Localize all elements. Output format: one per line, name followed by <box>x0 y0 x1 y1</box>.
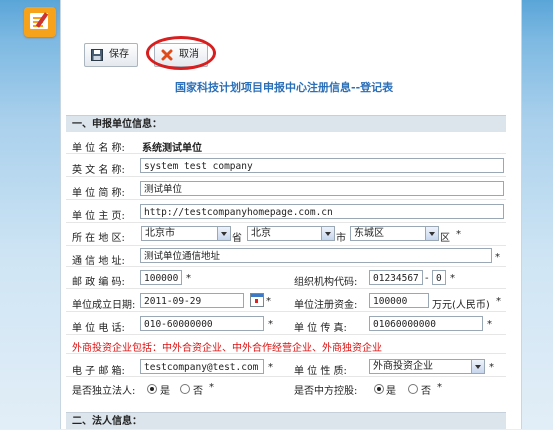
capital-label: 单位注册资金: <box>294 300 358 311</box>
independent-label: 是否独立法人: <box>72 386 136 397</box>
required-mark: * <box>209 382 214 393</box>
founded-date-input[interactable]: 2011-09-29 <box>140 293 244 308</box>
city-unit: 市 <box>336 233 346 244</box>
required-mark: * <box>450 273 455 284</box>
chevron-down-icon[interactable] <box>321 227 334 240</box>
email-input[interactable]: testcompany@test.com <box>140 359 264 374</box>
district-value: 东城区 <box>354 228 384 239</box>
row-divider <box>66 176 506 177</box>
nature-select[interactable]: 外商投资企业 <box>369 359 485 374</box>
fax-input[interactable]: 01060000000 <box>369 316 483 331</box>
homepage-label: 单 位 主 页: <box>72 211 125 222</box>
chevron-down-icon[interactable] <box>471 360 484 373</box>
province-value: 北京市 <box>145 228 175 239</box>
required-mark: * <box>268 362 273 373</box>
email-label: 电 子 邮 箱: <box>72 366 125 377</box>
floppy-disk-icon <box>91 49 103 61</box>
short-name-label: 单 位 简 称: <box>72 188 125 199</box>
holding-no-radio[interactable] <box>408 384 418 394</box>
required-mark: * <box>487 319 492 330</box>
fax-label: 单 位 传 真: <box>294 323 347 334</box>
address-input[interactable]: 测试单位通信地址 <box>140 248 492 263</box>
capital-unit: 万元(人民币) <box>432 300 490 311</box>
org-code-input[interactable]: 01234567 <box>369 270 423 285</box>
row-divider <box>66 334 506 335</box>
required-mark: * <box>495 252 500 263</box>
row-divider <box>66 153 506 154</box>
page-title: 国家科技计划项目申报中心注册信息--登记表 <box>175 81 394 94</box>
province-select[interactable]: 北京市 <box>141 226 231 241</box>
save-label: 保存 <box>109 49 129 60</box>
required-mark: * <box>266 296 271 307</box>
postcode-label: 邮 政 编 码: <box>72 277 125 288</box>
required-mark: * <box>186 273 191 284</box>
address-label: 通 信 地 址: <box>72 256 125 267</box>
section-applicant-info: 一、申报单位信息： <box>66 115 506 132</box>
independent-no-label: 否 <box>193 386 203 397</box>
calendar-icon[interactable] <box>250 293 264 307</box>
independent-yes-label: 是 <box>160 386 170 397</box>
save-button[interactable]: 保存 <box>84 43 138 67</box>
required-mark: * <box>437 382 442 393</box>
row-divider <box>66 245 506 246</box>
independent-yes-radio[interactable] <box>147 384 157 394</box>
row-divider <box>66 353 506 354</box>
nature-value: 外商投资企业 <box>373 361 433 372</box>
english-name-label: 英 文 名 称: <box>72 165 125 176</box>
row-divider <box>66 222 506 223</box>
chevron-down-icon[interactable] <box>425 227 438 240</box>
required-mark: * <box>496 296 501 307</box>
city-select[interactable]: 北京 <box>247 226 335 241</box>
highlight-circle <box>146 36 216 70</box>
english-name-input[interactable]: system test company <box>140 158 504 173</box>
row-divider <box>66 311 506 312</box>
section-legal-person-info: 二、法人信息： <box>66 412 506 429</box>
holding-no-label: 否 <box>421 386 431 397</box>
postcode-input[interactable]: 100000 <box>140 270 182 285</box>
city-value: 北京 <box>251 228 271 239</box>
unit-name-value: 系统测试单位 <box>142 143 202 154</box>
capital-input[interactable]: 100000 <box>369 293 429 308</box>
row-divider <box>66 288 506 289</box>
org-code-check-input[interactable]: 0 <box>432 270 446 285</box>
homepage-input[interactable]: http://testcompanyhomepage.com.cn <box>140 204 504 219</box>
row-divider <box>66 266 506 267</box>
founded-label: 单位成立日期: <box>72 300 136 311</box>
district-select[interactable]: 东城区 <box>350 226 439 241</box>
unit-name-label: 单 位 名 称: <box>72 143 125 154</box>
org-code-label: 组织机构代码: <box>294 277 358 288</box>
district-unit: 区 <box>440 233 450 244</box>
required-mark: * <box>456 229 461 240</box>
chevron-down-icon[interactable] <box>217 227 230 240</box>
holding-yes-radio[interactable] <box>374 384 384 394</box>
short-name-input[interactable]: 测试单位 <box>140 181 504 196</box>
phone-input[interactable]: 010-60000000 <box>140 316 264 331</box>
phone-label: 单 位 电 话: <box>72 323 125 334</box>
holding-yes-label: 是 <box>386 386 396 397</box>
holding-label: 是否中方控股: <box>294 386 358 397</box>
notepad-icon <box>24 7 56 37</box>
required-mark: * <box>489 362 494 373</box>
province-unit: 省 <box>232 233 242 244</box>
independent-no-radio[interactable] <box>180 384 190 394</box>
region-label: 所 在 地 区: <box>72 233 125 244</box>
foreign-investment-note: 外商投资企业包括：中外合资企业、中外合作经营企业、外商独资企业 <box>72 343 382 354</box>
org-code-dash: - <box>425 273 429 284</box>
row-divider <box>66 376 506 377</box>
required-mark: * <box>268 319 273 330</box>
nature-label: 单 位 性 质: <box>294 366 347 377</box>
row-divider <box>66 199 506 200</box>
